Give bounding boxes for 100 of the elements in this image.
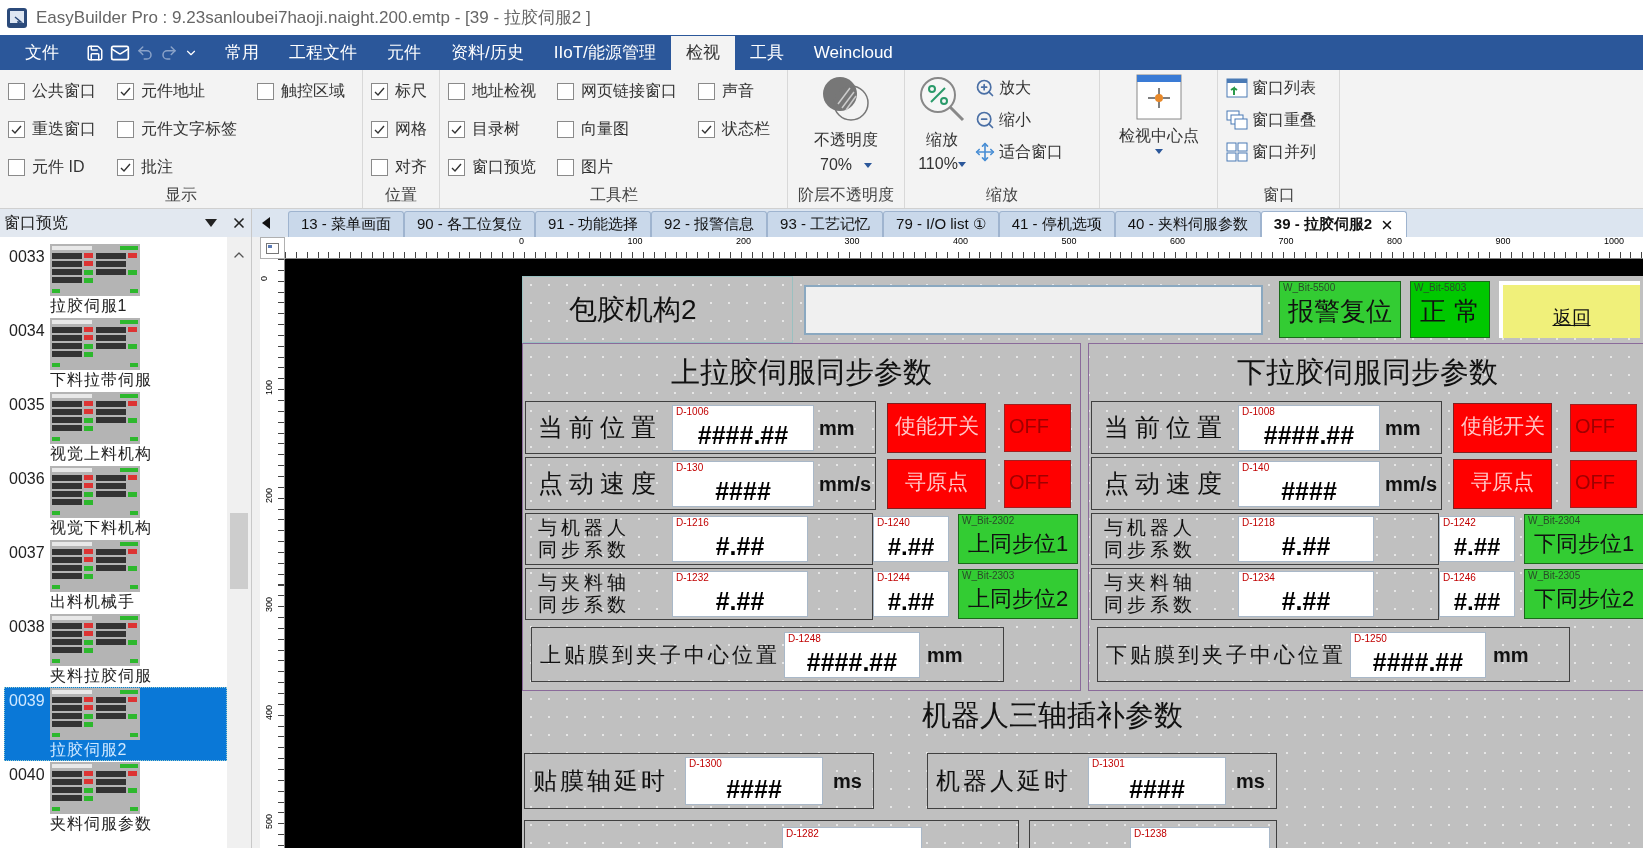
- checkbox-label: 触控区域: [281, 81, 346, 101]
- undo-icon[interactable]: [136, 44, 154, 62]
- bit-address-label: W_Bit-2304: [1528, 516, 1581, 526]
- menu-tab[interactable]: IIoT/能源管理: [538, 36, 671, 70]
- checkbox[interactable]: [448, 82, 465, 100]
- ribbon-large-button[interactable]: 不透明度 70%: [814, 70, 878, 177]
- menu-tab[interactable]: 工具: [734, 36, 799, 70]
- field-value: ####.##: [1372, 649, 1464, 675]
- bit-address-label: W_Bit-2302: [962, 516, 1015, 526]
- checkbox[interactable]: [8, 158, 25, 176]
- checkbox[interactable]: [448, 158, 465, 176]
- window-name: 夹料伺服参数: [49, 814, 152, 833]
- document-tab[interactable]: 91 - 功能选择: [535, 211, 652, 237]
- panel-title: 上拉胶伺服同步参数: [671, 354, 932, 390]
- zoom-out-icon: [975, 110, 995, 130]
- menu-tab[interactable]: 常用: [210, 36, 274, 70]
- checkbox[interactable]: [8, 120, 25, 138]
- ruler-corner-icon[interactable]: [266, 242, 279, 254]
- checkbox[interactable]: [116, 120, 134, 138]
- address-label: D-1240: [877, 518, 910, 528]
- document-tab[interactable]: 90 - 各工位复位: [404, 211, 536, 237]
- checkbox[interactable]: [557, 158, 574, 176]
- document-tab[interactable]: 79 - I/O list ①: [883, 211, 999, 237]
- checkbox[interactable]: [557, 82, 574, 100]
- sync-position-button[interactable]: W_Bit-2304 下同步位1: [1524, 514, 1643, 564]
- window-list-item[interactable]: 0039 拉胶伺服2: [4, 687, 227, 761]
- tab-label: 41 - 停机选项: [1011, 214, 1102, 235]
- document-tab[interactable]: 93 - 工艺记忆: [767, 211, 884, 237]
- checkbox[interactable]: [698, 120, 715, 138]
- checkbox[interactable]: [557, 120, 574, 138]
- bit-address-label: W_Bit-5500: [1283, 283, 1336, 293]
- ribbon-group-label: 缩放: [986, 185, 1018, 205]
- sync-position-button[interactable]: W_Bit-2302 上同步位1: [958, 514, 1078, 564]
- document-tab[interactable]: 13 - 菜单画面: [288, 211, 404, 237]
- menu-tab[interactable]: 文件: [10, 36, 74, 70]
- dropdown-icon[interactable]: [205, 219, 217, 227]
- status-lamp: OFF: [1570, 459, 1637, 508]
- hmi-button[interactable]: W_Bit-5803 正 常: [1410, 281, 1490, 338]
- checkbox[interactable]: [371, 82, 388, 100]
- ribbon-small-button[interactable]: 窗口重叠: [1226, 108, 1339, 132]
- document-tab[interactable]: 39 - 拉胶伺服2: [1260, 211, 1408, 237]
- back-button[interactable]: 返回: [1499, 281, 1640, 338]
- window-list-item[interactable]: 0036 视觉下料机构: [4, 465, 227, 539]
- checkbox[interactable]: [371, 158, 388, 176]
- close-icon[interactable]: [231, 215, 247, 231]
- checkbox[interactable]: [116, 158, 134, 176]
- ribbon-small-button[interactable]: 适合窗口: [975, 140, 1063, 164]
- ribbon-group-label: 位置: [385, 185, 417, 205]
- ribbon-large-button[interactable]: 检视中心点: [1118, 70, 1199, 154]
- sync-position-button[interactable]: W_Bit-2303 上同步位2: [958, 569, 1078, 619]
- checkbox[interactable]: [116, 82, 134, 100]
- scrollbar[interactable]: [227, 237, 251, 848]
- unit-label: mm: [927, 642, 963, 668]
- row-label: 下贴膜到夹子中心位置: [1106, 641, 1346, 668]
- ribbon-small-button[interactable]: 放大: [975, 76, 1063, 100]
- window-number: 0038: [9, 617, 45, 637]
- mail-icon[interactable]: [110, 43, 130, 63]
- menu-tab[interactable]: 资料/历史: [436, 36, 539, 70]
- window-list-item[interactable]: 0035 视觉上料机构: [4, 391, 227, 465]
- window-list-item[interactable]: 0034 下料拉带伺服: [4, 317, 227, 391]
- window-number: 0039: [9, 691, 45, 711]
- window-list-item[interactable]: 0040 夹料伺服参数: [4, 761, 227, 835]
- ribbon-small-button[interactable]: 窗口并列: [1226, 140, 1339, 164]
- address-label: D-1246: [1443, 573, 1476, 583]
- ribbon-group-label: 阶层不透明度: [798, 185, 894, 205]
- checkbox-label: 声音: [722, 81, 754, 101]
- caret-icon: [1154, 149, 1163, 154]
- checkbox[interactable]: [698, 82, 715, 100]
- menu-tab[interactable]: 元件: [372, 36, 436, 70]
- document-tab[interactable]: 40 - 夹料伺服参数: [1114, 211, 1261, 237]
- document-tab[interactable]: 92 - 报警信息: [651, 211, 768, 237]
- save-icon[interactable]: [86, 44, 104, 62]
- ribbon-small-button[interactable]: 窗口列表: [1226, 76, 1339, 100]
- redo-icon[interactable]: [160, 44, 178, 62]
- window-list-item[interactable]: 0038 夹料拉胶伺服: [4, 613, 227, 687]
- checkbox[interactable]: [8, 82, 25, 100]
- app-icon: [6, 6, 28, 29]
- checkbox-label: 网格: [395, 119, 427, 139]
- checkbox[interactable]: [448, 120, 465, 138]
- document-tab[interactable]: 41 - 停机选项: [998, 211, 1115, 237]
- sync-position-button[interactable]: W_Bit-2305 下同步位2: [1524, 569, 1643, 619]
- menu-tab[interactable]: 工程文件: [274, 36, 372, 70]
- tile-windows-icon: [1226, 142, 1248, 162]
- checkbox[interactable]: [257, 82, 275, 100]
- ribbon-small-button[interactable]: 缩小: [975, 108, 1063, 132]
- window-list-item[interactable]: 0037 出料机械手: [4, 539, 227, 613]
- zoom-percent-icon: [917, 74, 967, 124]
- field-value: #.##: [715, 589, 765, 614]
- ribbon-group-label: 显示: [165, 185, 197, 205]
- address-label: D-1244: [877, 573, 910, 583]
- checkbox[interactable]: [371, 120, 388, 138]
- hmi-button[interactable]: W_Bit-5500 报警复位: [1279, 281, 1401, 338]
- zoom-in-icon: [975, 78, 995, 98]
- ribbon-large-button[interactable]: 缩放 110%: [917, 74, 967, 176]
- checkbox-label: 批注: [140, 157, 173, 177]
- menu-tab[interactable]: Weincloud: [798, 36, 908, 70]
- scrollbar-thumb[interactable]: [230, 513, 248, 589]
- scroll-left-icon[interactable]: [262, 217, 270, 229]
- menu-tab[interactable]: 检视: [670, 36, 735, 70]
- window-list-item[interactable]: 0033 拉胶伺服1: [4, 243, 227, 317]
